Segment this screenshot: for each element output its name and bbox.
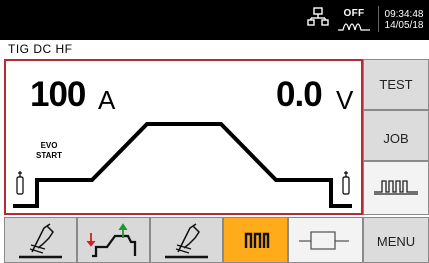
torch-icon	[165, 223, 208, 259]
torch-icon	[19, 223, 62, 259]
process-sequence-icon	[86, 223, 137, 258]
network-icon	[307, 7, 329, 26]
evo-start-line2: START	[36, 151, 63, 160]
test-button[interactable]: TEST	[363, 59, 429, 110]
process-mode-label: TIG DC HF	[8, 42, 73, 56]
job-button[interactable]: JOB	[363, 110, 429, 161]
main-display-panel: 100 A 0.0 V EVO START	[4, 59, 363, 215]
menu-button-label: MENU	[376, 234, 416, 249]
output-state-indicator: OFF	[336, 4, 372, 34]
voltage-readout: 0.0	[276, 75, 323, 114]
process-sequence-button[interactable]	[77, 217, 150, 263]
current-readout: 100	[30, 75, 86, 114]
output-state-label: OFF	[343, 8, 365, 19]
test-button-label: TEST	[379, 77, 413, 92]
pulse-icon	[244, 232, 270, 248]
menu-button[interactable]: MENU	[363, 217, 429, 263]
square-wave-icon	[299, 231, 349, 250]
status-bar: OFF 09:34:48 14/05/18	[0, 0, 429, 40]
evo-start-line1: EVO	[40, 141, 58, 150]
gas-bottle-icon	[342, 171, 350, 195]
arc-off-icon	[338, 23, 370, 31]
weld-cycle-line	[13, 122, 352, 208]
status-divider	[378, 6, 379, 32]
voltage-unit: V	[336, 85, 354, 115]
waveform-button[interactable]	[288, 217, 363, 263]
pulse-mode-button[interactable]	[363, 161, 429, 215]
pulse-icon	[374, 180, 418, 195]
clock-date: 14/05/18	[384, 20, 424, 31]
torch-settings-button[interactable]	[150, 217, 223, 263]
evo-start-label: EVO START	[36, 141, 62, 161]
pulse-button-active[interactable]	[223, 217, 288, 263]
current-unit: A	[98, 85, 116, 115]
clock-time: 09:34:48	[384, 9, 424, 20]
torch-trigger-button[interactable]	[4, 217, 77, 263]
gas-bottle-icon	[16, 171, 24, 195]
job-button-label: JOB	[383, 131, 409, 146]
